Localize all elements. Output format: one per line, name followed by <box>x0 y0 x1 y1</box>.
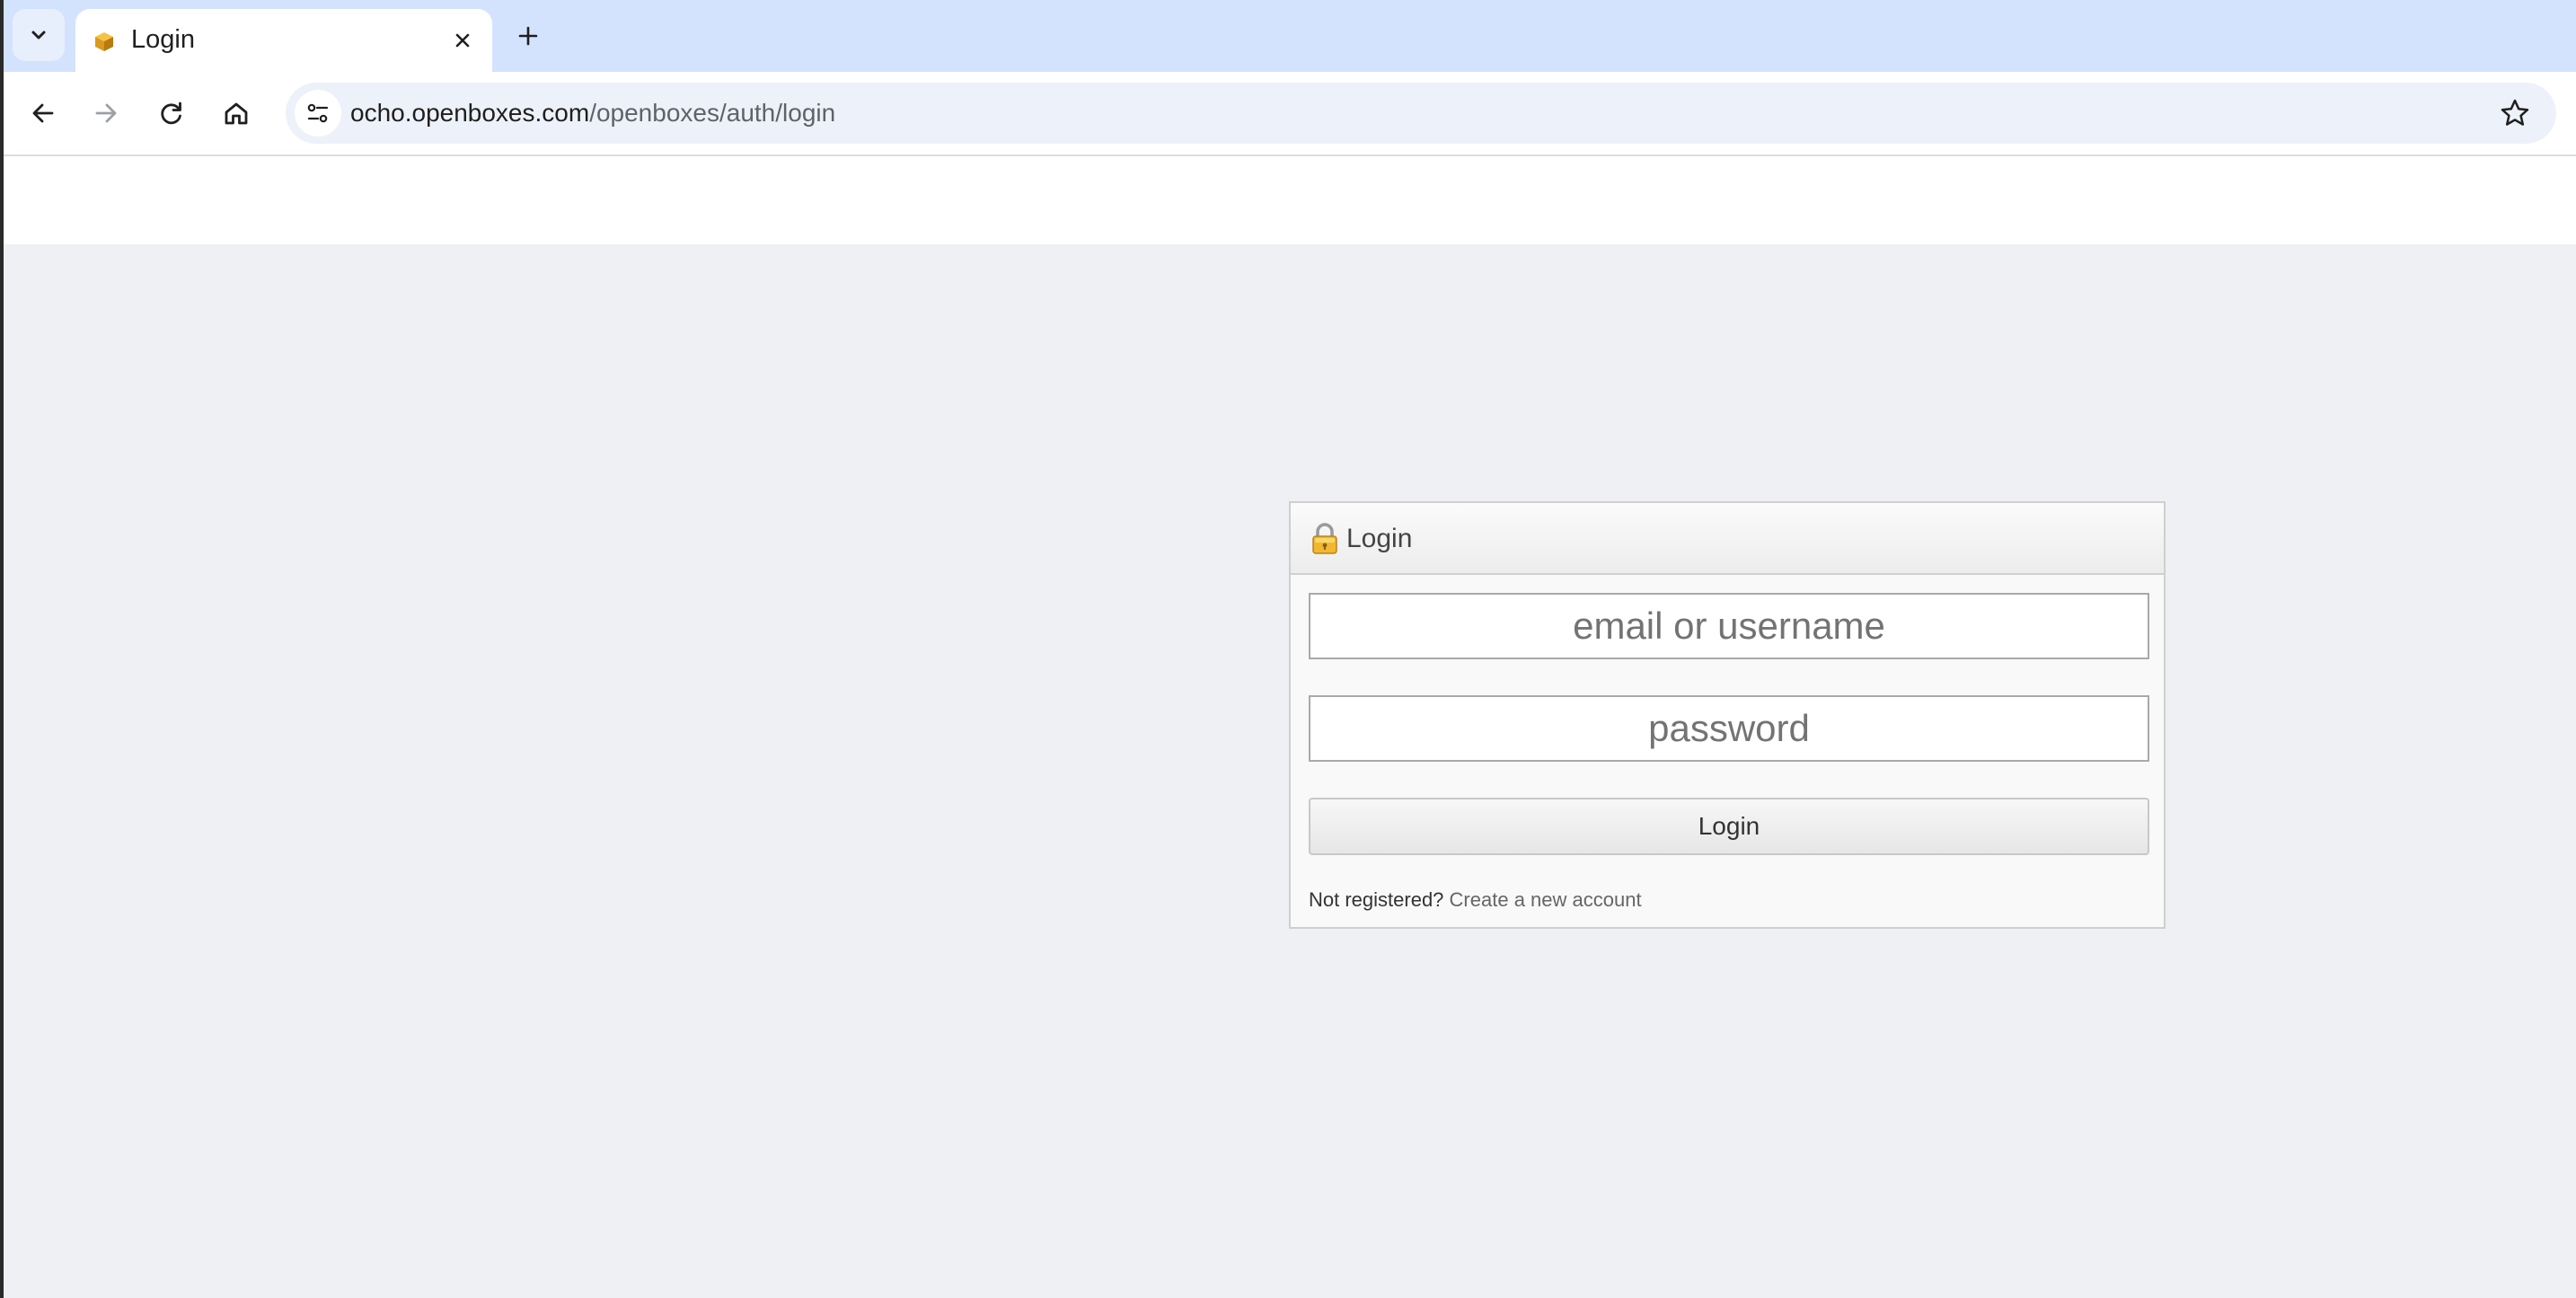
arrow-left-icon <box>32 103 54 123</box>
reload-icon <box>161 102 181 125</box>
login-heading: Login <box>1346 524 1413 553</box>
openboxes-box-icon <box>95 32 113 51</box>
close-tab-button[interactable] <box>446 23 480 57</box>
register-row: Not registered? Create a new account <box>1309 887 1642 913</box>
tune-icon <box>307 103 329 123</box>
url-domain: ocho.openboxes.com <box>350 99 590 127</box>
lock-icon <box>1312 523 1337 554</box>
url-path: /openboxes/auth/login <box>589 99 836 127</box>
login-panel-header: Login <box>1291 503 2164 575</box>
username-input[interactable] <box>1309 593 2149 659</box>
window-edge <box>0 0 4 1298</box>
home-icon <box>225 102 248 125</box>
site-info-button[interactable] <box>295 90 341 137</box>
url-text: ocho.openboxes.com/openboxes/auth/login <box>350 97 835 129</box>
browser-window: Login ocho.openboxes.com/openboxes/auth/… <box>0 0 2576 1298</box>
tab-strip: Login <box>0 0 2576 72</box>
star-icon <box>2501 99 2529 126</box>
page-body <box>0 244 2576 1298</box>
plus-icon <box>518 26 538 46</box>
password-input[interactable] <box>1309 695 2149 762</box>
forward-button[interactable] <box>83 90 129 137</box>
login-panel: Login Login Not registered? Create a new… <box>1289 501 2166 929</box>
tab-search-button[interactable] <box>13 9 65 61</box>
address-bar[interactable]: ocho.openboxes.com/openboxes/auth/login <box>286 83 2556 144</box>
active-tab[interactable]: Login <box>75 9 492 72</box>
back-button[interactable] <box>20 90 66 137</box>
browser-toolbar: ocho.openboxes.com/openboxes/auth/login <box>0 72 2576 156</box>
login-button[interactable]: Login <box>1309 798 2149 855</box>
reload-button[interactable] <box>148 90 195 137</box>
home-button[interactable] <box>213 90 260 137</box>
create-account-link[interactable]: Create a new account <box>1450 888 1642 911</box>
arrow-right-icon <box>95 103 117 123</box>
close-icon <box>455 33 470 48</box>
page-header <box>0 156 2576 244</box>
register-prompt: Not registered? <box>1309 888 1444 911</box>
chevron-down-icon <box>31 31 46 40</box>
tab-title: Login <box>131 25 195 54</box>
new-tab-button[interactable] <box>508 16 548 56</box>
bookmark-button[interactable] <box>2497 95 2533 131</box>
